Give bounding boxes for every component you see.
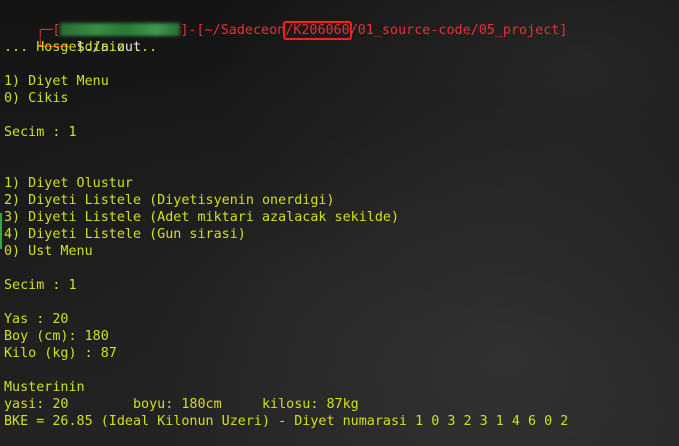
output-line: Secim : 1 xyxy=(4,125,77,140)
output-line: 1) Diyet Menu xyxy=(4,74,109,89)
prompt-path-line: ┌─[]-[~/Sadeceon/K206060/01_source-code/… xyxy=(4,6,567,40)
output-line: BKE = 26.85 (Ideal Kilonun Uzeri) - Diye… xyxy=(4,414,569,429)
prompt-path-prefix: ]-[~/Sadeceon xyxy=(180,22,286,38)
output-line: 1) Diyet Olustur xyxy=(4,176,133,191)
output-line: ... Hosgeldiniz ... xyxy=(4,40,158,55)
output-line: Musterinin xyxy=(4,380,85,395)
output-line: Boy (cm): 180 xyxy=(4,329,109,344)
prompt-path-end: ] xyxy=(559,22,568,38)
output-line: 2) Diyeti Listele (Diyetisyenin onerdigi… xyxy=(4,193,335,208)
prompt-path-highlight: /K206060 xyxy=(283,20,352,40)
output-line: 0) Ust Menu xyxy=(4,244,93,259)
output-line: Kilo (kg) : 87 xyxy=(4,346,117,361)
output-line: Yas : 20 xyxy=(4,312,69,327)
prompt-path-suffix: /01_source-code/05_project xyxy=(349,22,560,38)
prompt-command-line: └──╼ $./a.out xyxy=(4,23,141,55)
output-line: yasi: 20 boyu: 180cm kilosu: 87kg xyxy=(4,397,359,412)
scroll-marker xyxy=(0,213,2,249)
output-line: 3) Diyeti Listele (Adet miktari azalacak… xyxy=(4,210,400,225)
terminal-window[interactable]: ┌─[]-[~/Sadeceon/K206060/01_source-code/… xyxy=(0,0,679,446)
output-line: 0) Cikis xyxy=(4,91,69,106)
output-line: Secim : 1 xyxy=(4,278,77,293)
output-line: 4) Diyeti Listele (Gun sirasi) xyxy=(4,227,246,242)
